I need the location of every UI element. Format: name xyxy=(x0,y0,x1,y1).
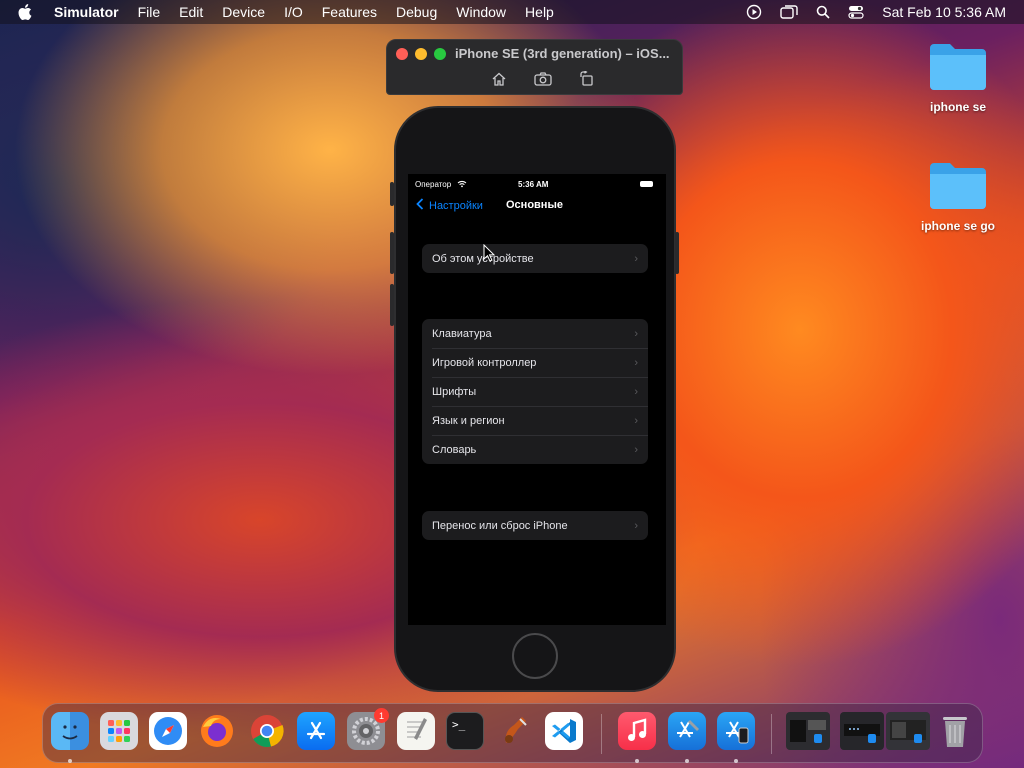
mouse-cursor-icon xyxy=(483,243,496,267)
desktop-folder-iphone-se-go[interactable]: iphone se go xyxy=(908,159,1008,233)
status-time: 5:36 AM xyxy=(518,180,549,189)
minimized-window-thumbnail[interactable] xyxy=(886,712,930,750)
carrier-label: Оператор xyxy=(415,180,452,189)
home-button[interactable] xyxy=(512,633,558,679)
app-store-icon[interactable] xyxy=(297,712,335,750)
apple-menu-icon[interactable] xyxy=(18,3,36,21)
running-indicator xyxy=(685,759,689,763)
safari-icon[interactable] xyxy=(149,712,187,750)
folder-label: iphone se xyxy=(929,100,986,114)
volume-down-button xyxy=(390,284,394,326)
ios-status-bar: Оператор 5:36 AM xyxy=(408,180,666,192)
chevron-right-icon: › xyxy=(634,327,638,340)
chevron-right-icon: › xyxy=(634,385,638,398)
home-icon[interactable] xyxy=(489,70,509,88)
dock: 1 >_ xyxy=(42,703,983,763)
finder-icon[interactable] xyxy=(51,712,89,750)
folder-icon xyxy=(928,40,988,92)
menu-edit[interactable]: Edit xyxy=(179,4,203,20)
menu-device[interactable]: Device xyxy=(222,4,265,20)
settings-row-about[interactable]: Об этом устройстве › xyxy=(422,244,648,273)
dock-separator xyxy=(601,714,602,754)
play-circle-icon[interactable] xyxy=(746,4,762,20)
chevron-right-icon: › xyxy=(634,252,638,265)
instruments-icon[interactable] xyxy=(495,712,533,750)
page-title: Основные xyxy=(506,199,563,211)
battery-icon xyxy=(640,181,653,187)
notification-badge: 1 xyxy=(374,708,389,723)
simulator-window-titlebar[interactable]: iPhone SE (3rd generation) – iOS... xyxy=(386,39,683,95)
rotate-icon[interactable] xyxy=(577,70,597,88)
simulator-toolbar xyxy=(489,70,597,88)
wifi-icon xyxy=(457,180,467,190)
settings-group-input: Клавиатура › Игровой контроллер › Шрифты… xyxy=(422,319,648,464)
back-button[interactable]: Настройки xyxy=(416,198,483,213)
minimize-button[interactable] xyxy=(415,48,427,60)
terminal-prompt: >_ xyxy=(452,718,466,731)
settings-row-dictionary[interactable]: Словарь › xyxy=(422,435,648,464)
running-indicator xyxy=(635,759,639,763)
menu-io[interactable]: I/O xyxy=(284,4,303,20)
settings-row-transfer-reset[interactable]: Перенос или сброс iPhone › xyxy=(422,511,648,540)
dock-separator xyxy=(771,714,772,754)
close-button[interactable] xyxy=(396,48,408,60)
iphone-screen: Оператор 5:36 AM Настройки Основные Об э… xyxy=(408,174,666,625)
row-label: Клавиатура xyxy=(432,327,492,340)
screenshot-icon[interactable] xyxy=(533,70,553,88)
simulator-icon[interactable] xyxy=(717,712,755,750)
folder-icon xyxy=(928,159,988,211)
settings-row-game-controller[interactable]: Игровой контроллер › xyxy=(422,348,648,377)
chevron-left-icon xyxy=(416,198,424,213)
windows-icon[interactable] xyxy=(780,5,798,19)
row-label: Шрифты xyxy=(432,385,477,398)
zoom-button[interactable] xyxy=(434,48,446,60)
xcode-icon[interactable] xyxy=(668,712,706,750)
folder-label: iphone se go xyxy=(920,219,995,233)
launchpad-icon[interactable] xyxy=(100,712,138,750)
menu-window[interactable]: Window xyxy=(456,4,506,20)
chevron-right-icon: › xyxy=(634,356,638,369)
firefox-icon[interactable] xyxy=(198,712,236,750)
trash-icon[interactable] xyxy=(936,712,974,750)
menu-file[interactable]: File xyxy=(138,4,161,20)
mute-switch xyxy=(390,182,394,206)
chevron-right-icon: › xyxy=(634,443,638,456)
menu-clock[interactable]: Sat Feb 10 5:36 AM xyxy=(882,4,1006,20)
settings-row-keyboard[interactable]: Клавиатура › xyxy=(422,319,648,348)
chrome-icon[interactable] xyxy=(248,712,286,750)
menu-app-name[interactable]: Simulator xyxy=(54,4,119,20)
power-button xyxy=(675,232,679,274)
vscode-icon[interactable] xyxy=(545,712,583,750)
settings-row-language-region[interactable]: Язык и регион › xyxy=(422,406,648,435)
window-title: iPhone SE (3rd generation) – iOS... xyxy=(455,46,670,61)
minimized-window-thumbnail[interactable] xyxy=(840,712,884,750)
menu-help[interactable]: Help xyxy=(525,4,554,20)
chevron-right-icon: › xyxy=(634,414,638,427)
menu-debug[interactable]: Debug xyxy=(396,4,437,20)
running-indicator xyxy=(734,759,738,763)
settings-group-reset: Перенос или сброс iPhone › xyxy=(422,511,648,540)
terminal-icon[interactable]: >_ xyxy=(446,712,484,750)
running-indicator xyxy=(68,759,72,763)
music-icon[interactable] xyxy=(618,712,656,750)
row-label: Перенос или сброс iPhone xyxy=(432,519,568,532)
row-label: Язык и регион xyxy=(432,414,505,427)
settings-row-fonts[interactable]: Шрифты › xyxy=(422,377,648,406)
textedit-icon[interactable] xyxy=(397,712,435,750)
row-label: Словарь xyxy=(432,443,477,456)
menu-features[interactable]: Features xyxy=(322,4,377,20)
system-settings-icon[interactable]: 1 xyxy=(347,708,389,750)
desktop-folder-iphone-se[interactable]: iphone se xyxy=(908,40,1008,114)
back-label: Настройки xyxy=(429,199,483,212)
settings-group-about: Об этом устройстве › xyxy=(422,244,648,273)
minimized-window-thumbnail[interactable] xyxy=(786,712,830,750)
navigation-bar: Настройки Основные xyxy=(408,198,666,218)
menu-bar: Simulator File Edit Device I/O Features … xyxy=(0,0,1024,24)
row-label: Игровой контроллер xyxy=(432,356,537,369)
control-center-icon[interactable] xyxy=(848,5,864,19)
spotlight-search-icon[interactable] xyxy=(816,5,830,19)
menu-extras: Sat Feb 10 5:36 AM xyxy=(746,0,1006,24)
volume-up-button xyxy=(390,232,394,274)
chevron-right-icon: › xyxy=(634,519,638,532)
